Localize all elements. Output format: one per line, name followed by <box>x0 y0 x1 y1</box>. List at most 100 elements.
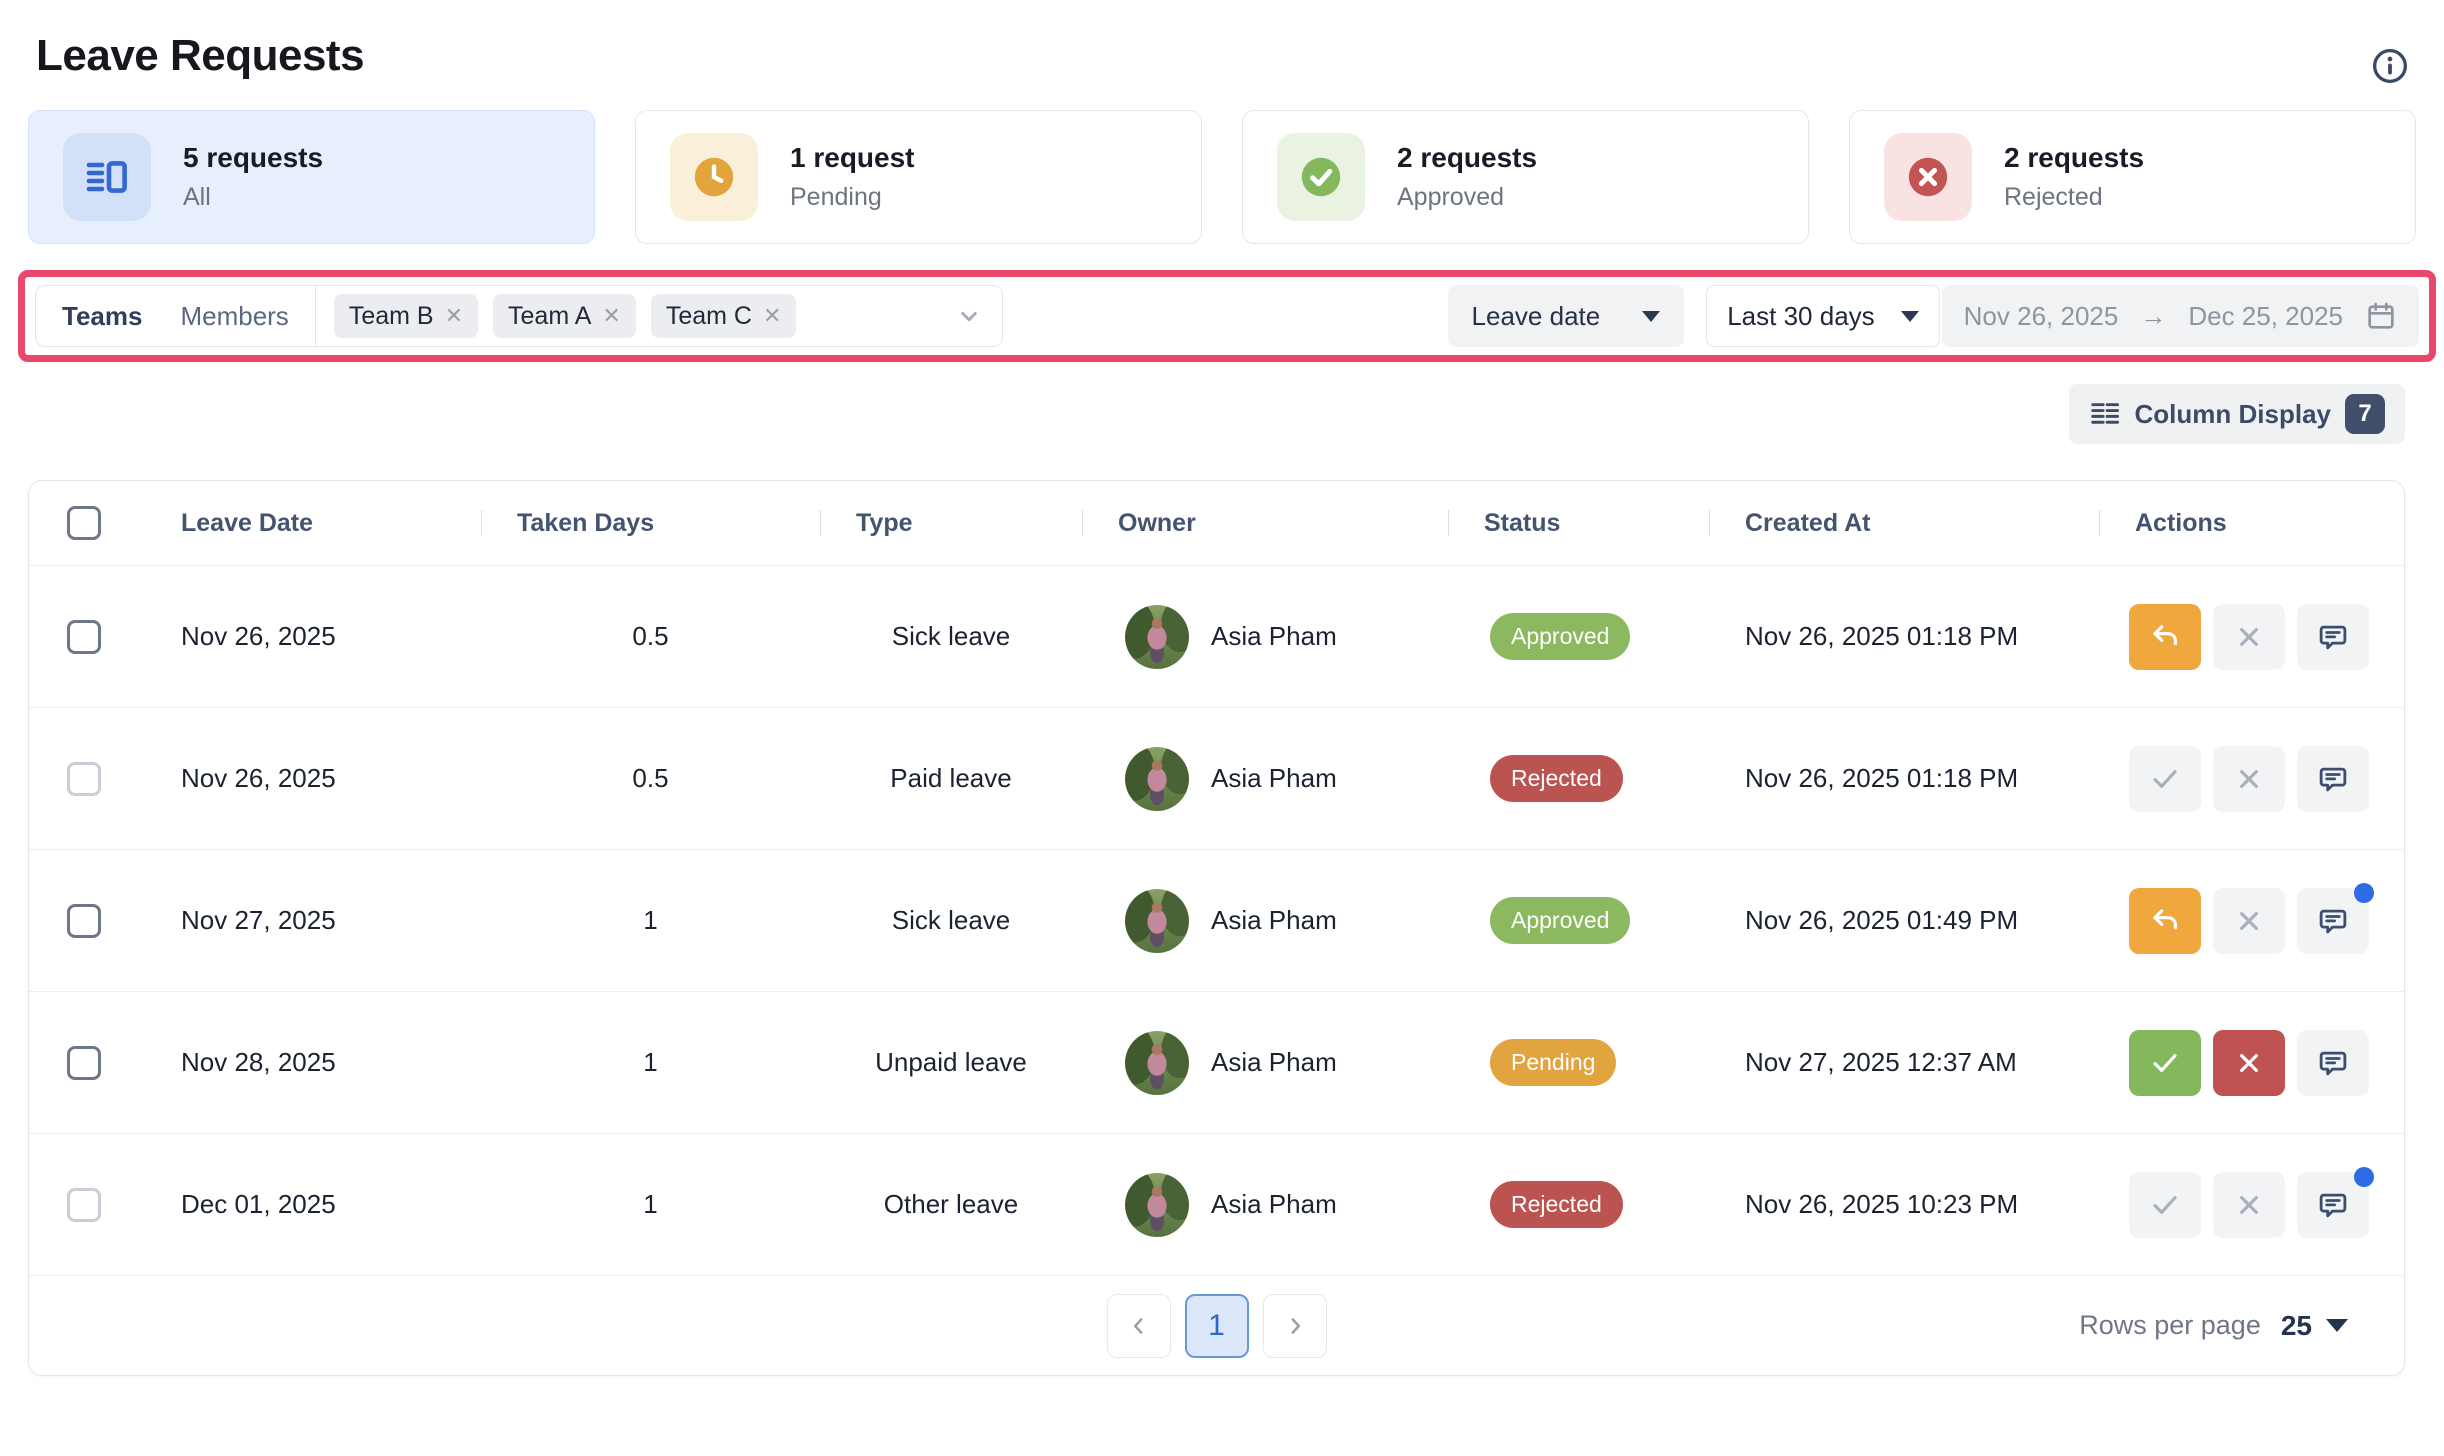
row-checkbox[interactable] <box>67 1046 101 1080</box>
date-controls: Leave date Last 30 days Nov 26, 2025 → D… <box>1448 285 2419 347</box>
actions-cell <box>2099 1134 2405 1275</box>
card-label: Pending <box>790 183 915 212</box>
comment-button[interactable] <box>2297 1172 2369 1238</box>
type-cell: Sick leave <box>820 850 1082 991</box>
column-header-type: Type <box>820 481 1082 565</box>
x-icon <box>2233 763 2265 795</box>
undo-icon <box>2149 621 2181 653</box>
taken-days-cell: 1 <box>481 992 820 1133</box>
summary-card-all[interactable]: 5 requests All <box>28 110 595 244</box>
avatar <box>1125 605 1189 669</box>
chevron-down-icon[interactable] <box>954 301 984 331</box>
remove-chip-icon[interactable]: ✕ <box>445 303 463 329</box>
table-row: Nov 28, 20251Unpaid leaveAsia PhamPendin… <box>29 991 2404 1133</box>
avatar <box>1125 747 1189 811</box>
select-all-checkbox[interactable] <box>67 506 101 540</box>
summary-card-approved[interactable]: 2 requests Approved <box>1242 110 1809 244</box>
tab-members[interactable]: Members <box>180 301 288 332</box>
x-icon <box>2233 905 2265 937</box>
leave-date-cell: Nov 28, 2025 <box>139 992 481 1133</box>
actions-cell <box>2099 850 2405 991</box>
reject-button[interactable] <box>2213 1172 2285 1238</box>
reject-button[interactable] <box>2213 604 2285 670</box>
column-header-taken-days: Taken Days <box>481 481 820 565</box>
chevron-right-icon <box>1282 1313 1308 1339</box>
created-at-cell: Nov 26, 2025 10:23 PM <box>1709 1134 2099 1275</box>
table-row: Nov 27, 20251Sick leaveAsia PhamApproved… <box>29 849 2404 991</box>
comment-button[interactable] <box>2297 888 2369 954</box>
undo-button[interactable] <box>2129 604 2201 670</box>
column-header-actions: Actions <box>2099 481 2405 565</box>
owner-name: Asia Pham <box>1211 621 1337 652</box>
owner-name: Asia Pham <box>1211 905 1337 936</box>
highlight-annotation: Teams Members Team B ✕ Team A ✕ Team C ✕ <box>18 270 2436 362</box>
row-checkbox[interactable] <box>67 620 101 654</box>
comment-button[interactable] <box>2297 604 2369 670</box>
date-preset-select[interactable]: Last 30 days <box>1706 285 1939 347</box>
remove-chip-icon[interactable]: ✕ <box>602 303 620 329</box>
row-checkbox-cell <box>29 850 139 991</box>
row-checkbox-cell <box>29 566 139 707</box>
owner-cell: Asia Pham <box>1082 850 1448 991</box>
card-count: 2 requests <box>1397 142 1537 174</box>
date-field-select[interactable]: Leave date <box>1448 285 1685 347</box>
comment-button[interactable] <box>2297 1030 2369 1096</box>
caret-down-icon <box>1901 311 1919 322</box>
arrow-right-icon: → <box>2140 301 2166 332</box>
avatar <box>1125 1031 1189 1095</box>
leave-date-cell: Nov 26, 2025 <box>139 708 481 849</box>
reject-button[interactable] <box>2213 746 2285 812</box>
summary-card-rejected[interactable]: 2 requests Rejected <box>1849 110 2416 244</box>
status-badge: Rejected <box>1490 1181 1623 1228</box>
created-at-cell: Nov 26, 2025 01:18 PM <box>1709 708 2099 849</box>
actions-cell <box>2099 708 2405 849</box>
date-range-input[interactable]: Nov 26, 2025 → Dec 25, 2025 <box>1942 285 2419 347</box>
row-checkbox[interactable] <box>67 1188 101 1222</box>
row-checkbox-cell <box>29 708 139 849</box>
check-icon <box>2149 1189 2181 1221</box>
reject-button[interactable] <box>2213 1030 2285 1096</box>
rows-per-page-select[interactable]: 25 <box>2281 1310 2348 1342</box>
row-checkbox[interactable] <box>67 904 101 938</box>
comment-button[interactable] <box>2297 746 2369 812</box>
owner-cell: Asia Pham <box>1082 566 1448 707</box>
approve-button[interactable] <box>2129 1172 2201 1238</box>
leave-date-cell: Dec 01, 2025 <box>139 1134 481 1275</box>
column-display-button[interactable]: Column Display 7 <box>2069 384 2405 444</box>
remove-chip-icon[interactable]: ✕ <box>763 303 781 329</box>
page-1-button[interactable]: 1 <box>1185 1294 1249 1358</box>
row-checkbox[interactable] <box>67 762 101 796</box>
row-checkbox-cell <box>29 1134 139 1275</box>
created-at-cell: Nov 26, 2025 01:49 PM <box>1709 850 2099 991</box>
columns-icon <box>2089 398 2121 430</box>
clock-icon <box>670 133 758 221</box>
rows-per-page-value: 25 <box>2281 1310 2312 1342</box>
approve-button[interactable] <box>2129 1030 2201 1096</box>
info-button[interactable] <box>2370 46 2410 86</box>
column-display-label: Column Display <box>2135 399 2331 430</box>
table-header: Leave Date Taken Days Type Owner Status … <box>29 481 2404 565</box>
next-page-button[interactable] <box>1263 1294 1327 1358</box>
prev-page-button[interactable] <box>1107 1294 1171 1358</box>
notification-dot <box>2354 883 2374 903</box>
chevron-left-icon <box>1126 1313 1152 1339</box>
column-count-badge: 7 <box>2345 394 2385 434</box>
summary-card-pending[interactable]: 1 request Pending <box>635 110 1202 244</box>
date-range-end: Dec 25, 2025 <box>2188 301 2343 332</box>
owner-name: Asia Pham <box>1211 1189 1337 1220</box>
date-field-label: Leave date <box>1472 301 1601 332</box>
owner-cell: Asia Pham <box>1082 992 1448 1133</box>
approve-button[interactable] <box>2129 746 2201 812</box>
card-label: Approved <box>1397 183 1537 212</box>
leave-requests-page: Leave Requests 5 requests All <box>0 0 2444 1456</box>
card-label: All <box>183 183 323 212</box>
comment-icon <box>2317 1189 2349 1221</box>
undo-button[interactable] <box>2129 888 2201 954</box>
team-chip: Team A ✕ <box>493 294 636 338</box>
table-toolbar: Column Display 7 <box>0 384 2405 444</box>
x-icon <box>2233 1189 2265 1221</box>
card-label: Rejected <box>2004 183 2144 212</box>
column-header-owner: Owner <box>1082 481 1448 565</box>
reject-button[interactable] <box>2213 888 2285 954</box>
tab-teams[interactable]: Teams <box>62 301 142 332</box>
